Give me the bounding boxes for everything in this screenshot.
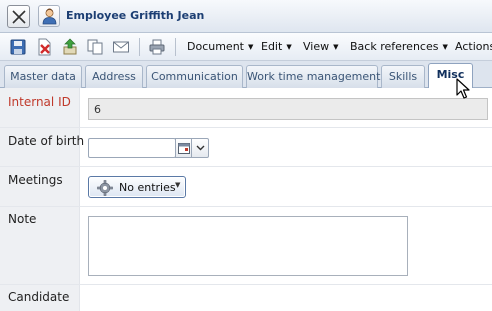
menu-document[interactable]: Document ▼ — [187, 40, 253, 53]
delete-icon[interactable] — [35, 38, 53, 56]
misc-form: Internal ID 6 Date of birth Meetings No … — [0, 88, 492, 311]
export-icon[interactable] — [61, 38, 79, 56]
save-icon[interactable] — [9, 38, 27, 56]
title-bar: Employee Griffith Jean — [0, 0, 492, 33]
print-icon[interactable] — [148, 38, 166, 56]
mouse-cursor-icon — [456, 78, 470, 103]
menu-view[interactable]: View ▼ — [303, 40, 339, 53]
meetings-button-label: No entries — [119, 181, 176, 194]
internal-id-label: Internal ID — [8, 95, 71, 109]
menu-document-label: Document — [187, 40, 244, 53]
tab-strip: Master data Address Communication Work t… — [0, 61, 492, 89]
note-textarea[interactable] — [88, 216, 408, 276]
mail-icon[interactable] — [112, 38, 130, 56]
window-title: Employee Griffith Jean — [66, 9, 205, 22]
note-label: Note — [8, 212, 37, 226]
caret-down-icon: ▼ — [442, 43, 448, 51]
menu-actions[interactable]: Actions — [455, 40, 492, 53]
row-divider — [0, 127, 492, 128]
row-divider — [0, 206, 492, 207]
tab-skills[interactable]: Skills — [381, 65, 425, 88]
tab-communication[interactable]: Communication — [146, 65, 243, 88]
row-divider — [0, 166, 492, 167]
menu-edit-label: Edit — [261, 40, 283, 53]
tab-address[interactable]: Address — [85, 65, 143, 88]
menu-back-references[interactable]: Back references ▼ — [350, 40, 448, 53]
date-dropdown-button[interactable] — [191, 138, 209, 158]
menu-back-references-label: Back references — [350, 40, 439, 53]
menu-edit[interactable]: Edit ▼ — [261, 40, 292, 53]
tab-work-time-management[interactable]: Work time management — [246, 65, 380, 88]
candidate-label: Candidate — [8, 290, 70, 304]
toolbar: Document ▼ Edit ▼ View ▼ Back references ▼ A… — [0, 33, 492, 61]
date-of-birth-label: Date of birth — [8, 134, 85, 148]
tab-master-data[interactable]: Master data — [4, 65, 82, 88]
close-button[interactable] — [7, 5, 30, 28]
person-icon — [38, 5, 60, 27]
row-divider — [0, 284, 492, 285]
date-of-birth-input[interactable] — [88, 138, 176, 158]
toolbar-separator — [175, 38, 176, 56]
caret-down-icon: ▼ — [175, 181, 181, 189]
copy-icon[interactable] — [86, 38, 104, 56]
caret-down-icon: ▼ — [286, 43, 292, 51]
toolbar-separator — [139, 38, 140, 56]
meetings-button[interactable]: No entries ▼ — [88, 176, 186, 198]
caret-down-icon: ▼ — [333, 43, 339, 51]
caret-down-icon: ▼ — [248, 43, 254, 51]
internal-id-field: 6 — [88, 98, 488, 120]
calendar-button[interactable] — [175, 138, 192, 158]
menu-view-label: View — [303, 40, 330, 53]
meetings-label: Meetings — [8, 173, 63, 187]
label-column — [0, 88, 80, 311]
menu-actions-label: Actions — [455, 40, 492, 53]
